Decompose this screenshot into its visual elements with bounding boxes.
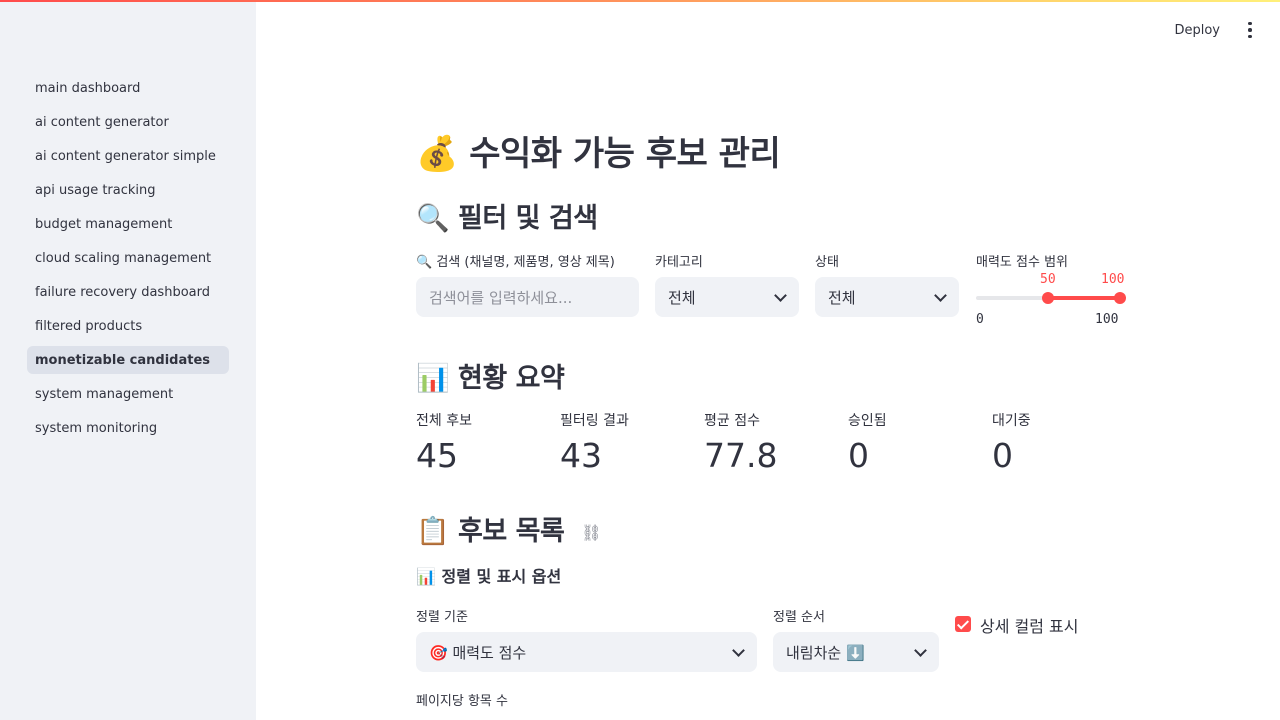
detail-columns-checkbox[interactable] xyxy=(955,616,971,632)
metric-average-value: 77.8 xyxy=(704,436,778,475)
metric-pending-label: 대기중 xyxy=(992,413,1031,429)
sort-by-label: 정렬 기준 xyxy=(416,610,468,625)
status-label: 상태 xyxy=(815,255,839,270)
sort-order-label: 정렬 순서 xyxy=(773,610,825,625)
clipboard-icon: 📋 xyxy=(416,516,450,547)
metric-filtered-value: 43 xyxy=(560,436,602,475)
magnifier-icon: 🔍 xyxy=(416,203,450,234)
summary-heading-text: 현황 요약 xyxy=(458,363,565,394)
metric-approved-value: 0 xyxy=(848,436,869,475)
sidebar-item-filtered-products[interactable]: filtered products xyxy=(27,312,229,340)
category-select[interactable]: 전체 xyxy=(655,277,799,317)
sidebar-item-api-usage-tracking[interactable]: api usage tracking xyxy=(27,176,229,204)
score-range-max: 100 xyxy=(1095,312,1119,327)
sort-options-heading: 📊 정렬 및 표시 옵션 xyxy=(416,563,561,587)
sidebar-item-failure-recovery-dashboard[interactable]: failure recovery dashboard xyxy=(27,278,229,306)
sidebar-item-monetizable-candidates[interactable]: monetizable candidates xyxy=(27,346,229,374)
top-accent-bar xyxy=(0,0,1280,2)
page-title: 💰 수익화 가능 후보 관리 xyxy=(416,126,781,175)
score-range-min: 0 xyxy=(976,312,984,327)
sidebar-item-cloud-scaling-management[interactable]: cloud scaling management xyxy=(27,244,229,272)
score-range-fill xyxy=(1048,296,1120,300)
chevron-down-icon xyxy=(914,644,927,657)
sidebar-item-budget-management[interactable]: budget management xyxy=(27,210,229,238)
metric-total-label: 전체 후보 xyxy=(416,413,472,429)
summary-heading: 📊 현황 요약 xyxy=(416,356,565,395)
deploy-button[interactable]: Deploy xyxy=(1172,19,1222,42)
chevron-down-icon xyxy=(732,644,745,657)
metric-approved-label: 승인됨 xyxy=(848,413,887,429)
sidebar-item-system-monitoring[interactable]: system monitoring xyxy=(27,414,229,442)
metric-filtered-label: 필터링 결과 xyxy=(560,413,629,429)
status-value: 전체 xyxy=(828,288,856,307)
score-range-low-value: 50 xyxy=(1040,272,1056,287)
chevron-down-icon xyxy=(934,289,947,302)
category-value: 전체 xyxy=(668,288,696,307)
metric-average-label: 평균 점수 xyxy=(704,413,760,429)
status-select[interactable]: 전체 xyxy=(815,277,959,317)
score-range-label: 매력도 점수 범위 xyxy=(976,255,1068,270)
sidebar-item-main-dashboard[interactable]: main dashboard xyxy=(27,74,229,102)
metric-total-value: 45 xyxy=(416,436,458,475)
sort-order-select[interactable]: 내림차순 ⬇️ xyxy=(773,632,939,672)
candidates-heading: 📋 후보 목록 ⛓ xyxy=(416,509,602,548)
page-title-text: 수익화 가능 후보 관리 xyxy=(469,134,781,174)
score-range-low-handle[interactable] xyxy=(1042,292,1054,304)
filters-heading: 🔍 필터 및 검색 xyxy=(416,196,598,235)
category-label: 카테고리 xyxy=(655,255,703,270)
metric-pending-value: 0 xyxy=(992,436,1013,475)
sidebar-nav: main dashboard ai content generator ai c… xyxy=(27,74,229,448)
app-header: Deploy xyxy=(1172,16,1260,44)
bar-chart-icon: 📊 xyxy=(416,363,450,394)
link-icon[interactable]: ⛓ xyxy=(581,523,601,542)
chevron-down-icon xyxy=(774,289,787,302)
money-bag-icon: 💰 xyxy=(416,134,458,174)
candidates-heading-text: 후보 목록 xyxy=(458,516,565,547)
more-vert-icon[interactable] xyxy=(1240,16,1260,44)
detail-columns-label[interactable]: 상세 컬럼 표시 xyxy=(980,613,1079,637)
score-range-high-value: 100 xyxy=(1101,272,1125,287)
page-size-label: 페이지당 항목 수 xyxy=(416,694,508,709)
bar-chart-icon: 📊 xyxy=(416,567,436,586)
sort-by-select[interactable]: 🎯 매력도 점수 xyxy=(416,632,757,672)
sidebar-item-ai-content-generator[interactable]: ai content generator xyxy=(27,108,229,136)
sort-options-heading-text: 정렬 및 표시 옵션 xyxy=(441,567,562,586)
filters-heading-text: 필터 및 검색 xyxy=(458,203,598,234)
sidebar-item-system-management[interactable]: system management xyxy=(27,380,229,408)
sort-order-value: 내림차순 ⬇️ xyxy=(786,643,865,662)
sidebar: main dashboard ai content generator ai c… xyxy=(0,0,256,720)
search-input[interactable]: 검색어를 입력하세요... xyxy=(416,277,639,317)
score-range-slider[interactable] xyxy=(976,292,1126,304)
search-label: 🔍 검색 (채널명, 제품명, 영상 제목) xyxy=(416,255,615,270)
sort-by-value: 🎯 매력도 점수 xyxy=(429,643,527,662)
score-range-high-handle[interactable] xyxy=(1114,292,1126,304)
sidebar-item-ai-content-generator-simple[interactable]: ai content generator simple xyxy=(27,142,229,170)
